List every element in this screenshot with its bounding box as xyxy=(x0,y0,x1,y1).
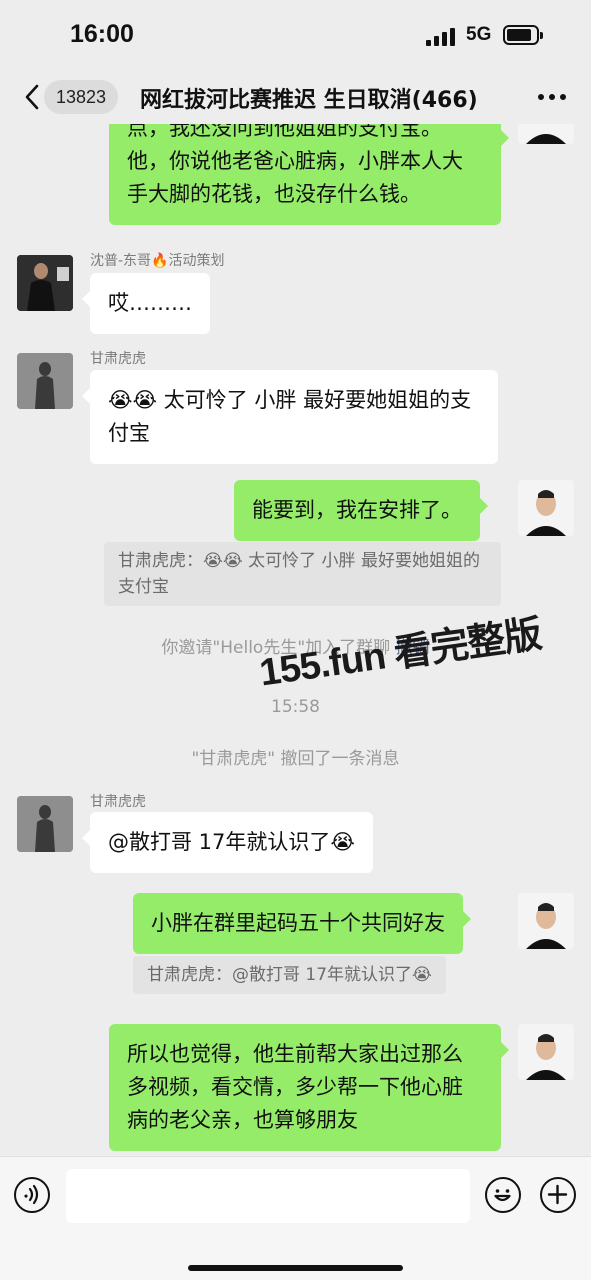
message-text: @散打哥 17年就认识了😭 xyxy=(108,830,355,854)
input-bar xyxy=(0,1156,591,1280)
status-time: 16:00 xyxy=(70,20,134,48)
sent-message[interactable]: 小胖在群里起码五十个共同好友 xyxy=(133,893,471,954)
sender-name: 沈普-东哥🔥活动策划 xyxy=(90,253,225,269)
chevron-left-icon[interactable] xyxy=(20,82,46,112)
received-message[interactable]: @散打哥 17年就认识了😭 xyxy=(82,812,373,873)
network-type: 5G xyxy=(466,24,492,45)
avatar[interactable] xyxy=(518,480,574,536)
plus-icon[interactable] xyxy=(540,1177,576,1213)
message-text: 点，我还没问到他姐姐的支付宝。他，你说他老爸心脏病，小胖本人大手大脚的花钱，也没… xyxy=(127,124,463,206)
avatar[interactable] xyxy=(518,1024,574,1080)
message-text: 😭😭 太可怜了 小胖 最好要她姐姐的支付宝 xyxy=(108,388,472,445)
emoji-icon[interactable] xyxy=(485,1177,521,1213)
sent-message[interactable]: 所以也觉得，他生前帮大家出过那么多视频，看交情，多少帮一下他心脏病的老父亲，也算… xyxy=(109,1024,509,1151)
message-text: 哎……… xyxy=(108,291,192,315)
message-text: 能要到，我在安排了。 xyxy=(252,498,462,522)
avatar[interactable] xyxy=(518,124,574,144)
avatar[interactable] xyxy=(17,353,73,409)
quote-text: 甘肃虎虎：@散打哥 17年就认识了😭 xyxy=(147,965,432,985)
sender-name: 甘肃虎虎 xyxy=(90,794,146,810)
message-text: 小胖在群里起码五十个共同好友 xyxy=(151,911,445,935)
voice-icon[interactable] xyxy=(14,1177,50,1213)
message-input[interactable] xyxy=(66,1169,470,1223)
signal-icon xyxy=(426,26,456,46)
chat-title: 网红拔河比赛推迟 生日取消(466) xyxy=(140,88,478,113)
more-dots-icon[interactable] xyxy=(538,94,568,102)
message-text: 所以也觉得，他生前帮大家出过那么多视频，看交情，多少帮一下他心脏病的老父亲，也算… xyxy=(127,1042,463,1132)
quoted-message[interactable]: 甘肃虎虎：@散打哥 17年就认识了😭 xyxy=(133,956,446,994)
home-indicator[interactable] xyxy=(188,1265,403,1271)
sent-message[interactable]: 点，我还没问到他姐姐的支付宝。他，你说他老爸心脏病，小胖本人大手大脚的花钱，也没… xyxy=(109,124,509,225)
avatar[interactable] xyxy=(17,796,73,852)
sent-message[interactable]: 能要到，我在安排了。 xyxy=(234,480,488,541)
chat-header: 13823 网红拔河比赛推迟 生日取消(466) xyxy=(0,70,591,124)
received-message[interactable]: 哎……… xyxy=(82,273,210,334)
status-bar: 16:00 5G xyxy=(0,0,591,70)
avatar[interactable] xyxy=(518,893,574,949)
avatar[interactable] xyxy=(17,255,73,311)
quoted-message[interactable]: 甘肃虎虎：😭😭 太可怜了 小胖 最好要她姐姐的支付宝 xyxy=(104,542,501,606)
quote-text: 甘肃虎虎：😭😭 太可怜了 小胖 最好要她姐姐的支付宝 xyxy=(118,551,480,597)
sender-name: 甘肃虎虎 xyxy=(90,351,146,367)
unread-count-badge[interactable]: 13823 xyxy=(44,80,119,114)
battery-icon xyxy=(503,25,543,45)
message-timestamp: 15:58 xyxy=(271,697,320,717)
recall-notice: "甘肃虎虎" 撤回了一条消息 xyxy=(191,749,400,769)
received-message[interactable]: 😭😭 太可怜了 小胖 最好要她姐姐的支付宝 xyxy=(82,370,498,464)
